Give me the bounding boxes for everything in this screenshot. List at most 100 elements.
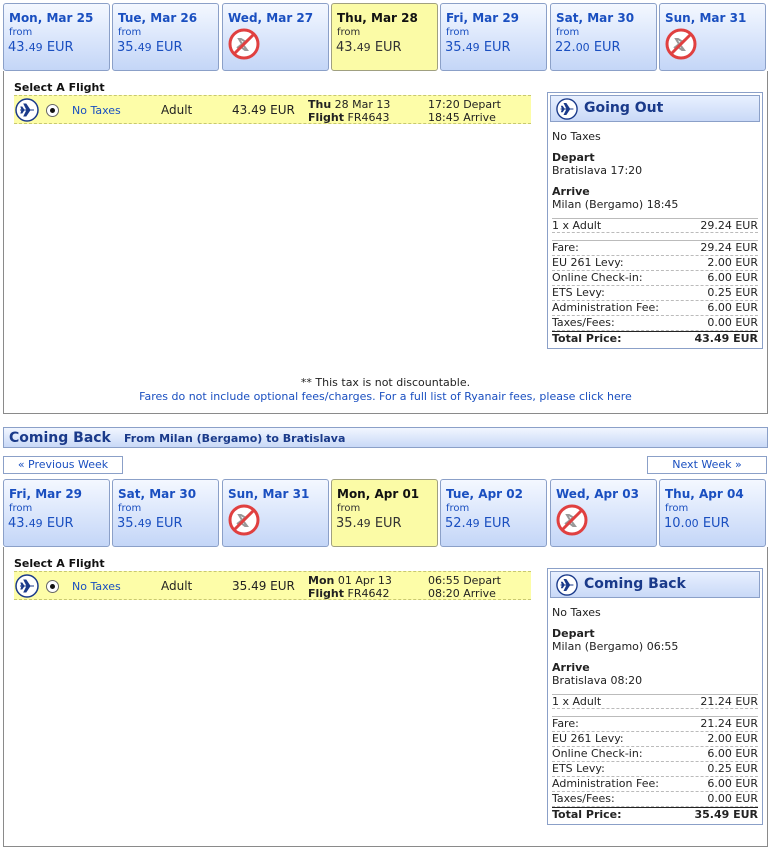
- day-tab[interactable]: Thu, Apr 04 from 10.00 EUR: [659, 479, 766, 547]
- summary-taxes: No Taxes: [552, 130, 601, 143]
- ets-row: ETS Levy: 0.25 EUR: [552, 286, 758, 301]
- price-currency: EUR: [370, 516, 402, 531]
- day-tab[interactable]: Tue, Apr 02 from 52.49 EUR: [440, 479, 547, 547]
- fees-link[interactable]: Fares do not include optional fees/charg…: [4, 390, 767, 403]
- flight-radio[interactable]: [46, 580, 59, 593]
- price-main: 35.: [117, 40, 138, 55]
- price-decimals: 49: [356, 517, 371, 530]
- pax-label: 1 x Adult: [552, 695, 602, 708]
- from-label: from: [9, 27, 33, 38]
- price-decimals: 49: [356, 41, 371, 54]
- eu261-row: EU 261 Levy: 2.00 EUR: [552, 732, 758, 747]
- eu261-value: 2.00 EUR: [707, 732, 758, 745]
- day-tab[interactable]: Fri, Mar 29 from 43.49 EUR: [3, 479, 110, 547]
- taxes-value: 0.00 EUR: [707, 792, 758, 805]
- price-main: 43.: [336, 40, 357, 55]
- flight-date: 01 Apr 13: [337, 574, 392, 587]
- flight-row[interactable]: No Taxes Adult 43.49 EUR Thu 28 Mar 13 F…: [14, 95, 531, 124]
- day-tab[interactable]: Thu, Mar 28 from 43.49 EUR: [331, 3, 438, 71]
- admin-value: 6.00 EUR: [707, 777, 758, 790]
- day-tab[interactable]: Mon, Mar 25 from 43.49 EUR: [3, 3, 110, 71]
- day-tab[interactable]: Fri, Mar 29 from 35.49 EUR: [440, 3, 547, 71]
- fare-label: Fare:: [552, 717, 579, 730]
- admin-value: 6.00 EUR: [707, 301, 758, 314]
- arrive-value: Bratislava 08:20: [552, 674, 643, 687]
- return-panel: Select A Flight No Taxes Adult 35.49 EUR…: [3, 547, 768, 847]
- passenger-type: Adult: [161, 103, 193, 117]
- price-currency: EUR: [42, 40, 74, 55]
- day-name: Fri, Mar 29: [446, 11, 520, 25]
- summary-header: Coming Back: [550, 571, 760, 598]
- day-price: 35.49 EUR: [336, 516, 402, 531]
- price-decimals: 49: [137, 41, 152, 54]
- arrive-time: 08:20 Arrive: [428, 587, 496, 600]
- day-tab[interactable]: Tue, Mar 26 from 35.49 EUR: [112, 3, 219, 71]
- passenger-type: Adult: [161, 579, 193, 593]
- admin-row: Administration Fee: 6.00 EUR: [552, 301, 758, 316]
- outbound-day-bar: Mon, Mar 25 from 43.49 EUR Tue, Mar 26 from 3…: [3, 3, 768, 71]
- no-taxes-link[interactable]: No Taxes: [72, 104, 121, 117]
- flight-label: Flight: [308, 587, 345, 600]
- total-value: 35.49 EUR: [694, 808, 758, 821]
- eu261-value: 2.00 EUR: [707, 256, 758, 269]
- day-tab: Sun, Mar 31: [222, 479, 329, 547]
- total-label: Total Price:: [552, 808, 622, 821]
- price-main: 35.: [445, 40, 466, 55]
- price-main: 43.: [8, 40, 29, 55]
- summary-title: Coming Back: [584, 576, 686, 592]
- day-price: 52.49 EUR: [445, 516, 511, 531]
- ets-label: ETS Levy:: [552, 762, 605, 775]
- arrive-label: Arrive: [552, 185, 590, 198]
- from-label: from: [665, 503, 689, 514]
- flight-radio[interactable]: [46, 104, 59, 117]
- checkin-label: Online Check-in:: [552, 271, 643, 284]
- plane-icon: [15, 574, 39, 598]
- day-tab[interactable]: Mon, Apr 01 from 35.49 EUR: [331, 479, 438, 547]
- price-currency: EUR: [479, 516, 511, 531]
- fare-label: Fare:: [552, 241, 579, 254]
- day-tab[interactable]: Sat, Mar 30 from 35.49 EUR: [112, 479, 219, 547]
- next-week-button[interactable]: Next Week »: [647, 456, 767, 474]
- from-label: from: [337, 27, 361, 38]
- day-name: Thu, Mar 28: [337, 11, 418, 25]
- day-name: Mon, Apr 01: [337, 487, 420, 501]
- taxes-row: Taxes/Fees: 0.00 EUR: [552, 316, 758, 331]
- depart-time: 17:20 Depart: [428, 98, 501, 111]
- coming-back-route: From Milan (Bergamo) to Bratislava: [124, 432, 346, 445]
- tax-note: ** This tax is not discountable.: [300, 376, 471, 389]
- day-tab: Wed, Mar 27: [222, 3, 329, 71]
- day-name: Sat, Mar 30: [556, 11, 635, 25]
- from-label: from: [118, 27, 142, 38]
- flight-number: FR4643: [347, 111, 390, 124]
- price-currency: EUR: [370, 40, 402, 55]
- no-flight-icon: [665, 28, 697, 60]
- taxes-label: Taxes/Fees:: [552, 792, 615, 805]
- total-row: Total Price: 43.49 EUR: [552, 331, 758, 346]
- checkin-row: Online Check-in: 6.00 EUR: [552, 271, 758, 286]
- day-price: 10.00 EUR: [664, 516, 730, 531]
- price-decimals: 00: [684, 517, 699, 530]
- coming-back-header: Coming Back From Milan (Bergamo) to Brat…: [3, 427, 768, 448]
- day-tab[interactable]: Sat, Mar 30 from 22.00 EUR: [550, 3, 657, 71]
- total-row: Total Price: 35.49 EUR: [552, 807, 758, 822]
- price-currency: EUR: [151, 516, 183, 531]
- flight-date-info: Thu 28 Mar 13 Flight FR4643: [308, 98, 390, 124]
- flight-row[interactable]: No Taxes Adult 35.49 EUR Mon 01 Apr 13 F…: [14, 571, 531, 600]
- flight-times: 17:20 Depart 18:45 Arrive: [428, 98, 501, 124]
- no-flight-icon: [228, 504, 260, 536]
- from-label: from: [337, 503, 361, 514]
- summary-divider: [552, 233, 758, 241]
- flight-date-info: Mon 01 Apr 13 Flight FR4642: [308, 574, 392, 600]
- price-decimals: 00: [575, 41, 590, 54]
- day-price: 35.49 EUR: [445, 40, 511, 55]
- depart-value: Milan (Bergamo) 06:55: [552, 640, 679, 653]
- pax-value: 29.24 EUR: [700, 219, 758, 232]
- arrive-time: 18:45 Arrive: [428, 111, 496, 124]
- price-currency: EUR: [42, 516, 74, 531]
- eu261-label: EU 261 Levy:: [552, 732, 624, 745]
- day-price: 43.49 EUR: [8, 516, 74, 531]
- day-tab: Sun, Mar 31: [659, 3, 766, 71]
- previous-week-button[interactable]: « Previous Week: [3, 456, 123, 474]
- no-taxes-link[interactable]: No Taxes: [72, 580, 121, 593]
- price-currency: EUR: [479, 40, 511, 55]
